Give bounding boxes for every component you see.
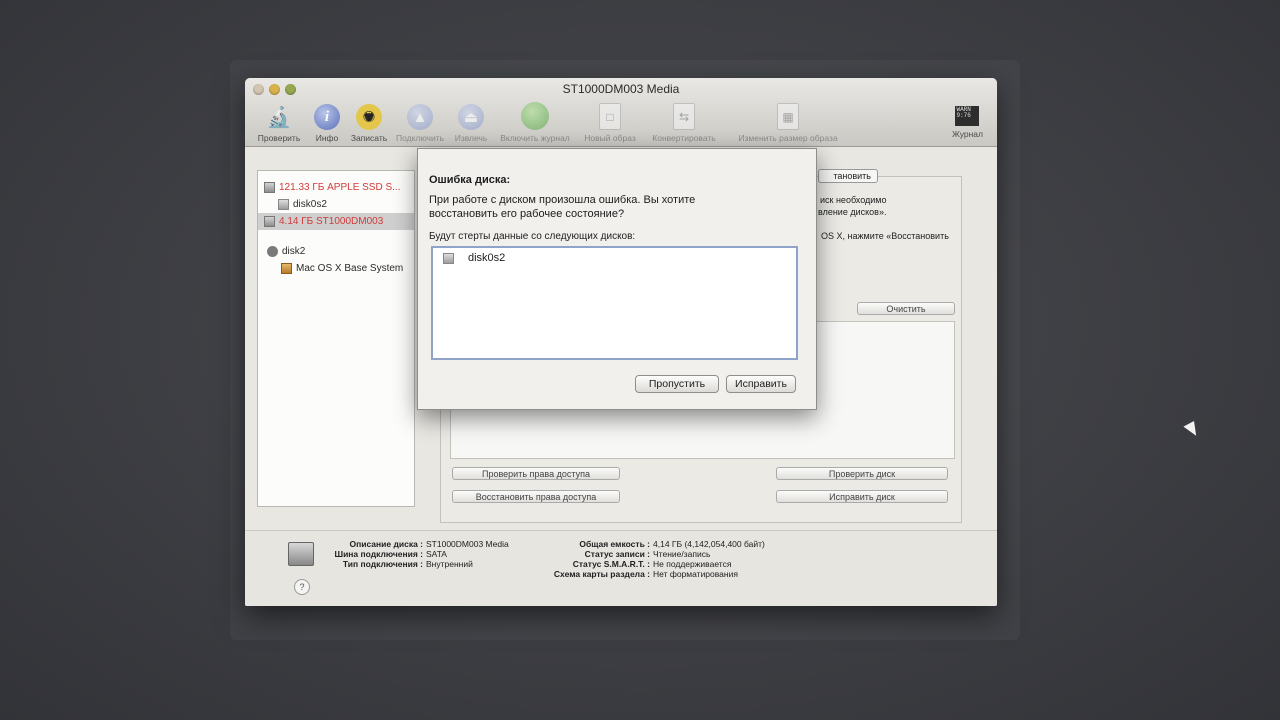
log-icon: WARN 9:76 [955, 106, 980, 126]
title-bar: ST1000DM003 Media 🔬 Проверить i Инфо ☢ З… [245, 78, 997, 147]
dialog-title: Ошибка диска: [429, 174, 511, 186]
disk-image-icon [267, 246, 278, 257]
toolbar-resize-image-button[interactable]: ▦ Изменить размер образа [727, 103, 849, 143]
disk-info-bar: Описание диска : ST1000DM003 Media Шина п… [245, 530, 997, 606]
info-key: Описание диска : [349, 539, 424, 549]
toolbar-new-image-label: Новый образ [584, 133, 636, 143]
hard-disk-icon [264, 182, 275, 193]
info-key: Шина подключения : [334, 549, 423, 559]
verify-disk-button[interactable]: Проверить диск [776, 467, 948, 480]
burn-icon: ☢ [356, 104, 382, 130]
sidebar-item-st1000dm003[interactable]: 4.14 ГБ ST1000DM003 [258, 213, 414, 230]
toolbar-burn-button[interactable]: ☢ Записать [349, 104, 389, 143]
toolbar-info-button[interactable]: i Инфо [309, 104, 345, 143]
info-key: Общая емкость : [579, 539, 650, 549]
toolbar-burn-label: Записать [350, 133, 388, 143]
affected-disks-list[interactable]: disk0s2 [431, 246, 798, 360]
mouse-pointer-icon [1183, 421, 1201, 439]
sidebar-item-label: 4.14 ГБ ST1000DM003 [279, 216, 384, 227]
eject-icon: ⏏ [458, 104, 484, 130]
toolbar-mount-label: Подключить [395, 133, 445, 143]
info-key: Тип подключения : [342, 559, 423, 569]
toolbar-log-button[interactable]: WARN 9:76 Журнал [952, 106, 983, 139]
info-value: Не поддерживается [653, 559, 732, 569]
toolbar-new-image-button[interactable]: □ Новый образ [579, 103, 641, 143]
window-title: ST1000DM003 Media [562, 82, 680, 96]
info-icon: i [314, 104, 340, 130]
toolbar-enable-journaling-label: Включить журнал [500, 133, 570, 143]
repair-permissions-button[interactable]: Восстановить права доступа [452, 490, 620, 503]
disk-list-sidebar[interactable]: 121.33 ГБ APPLE SSD S... disk0s2 4.14 ГБ… [257, 170, 415, 507]
toolbar: 🔬 Проверить i Инфо ☢ Записать ▲ Подключи… [253, 102, 853, 143]
panel-text: иск необходимо [820, 195, 887, 205]
toolbar-info-label: Инфо [315, 133, 339, 143]
dialog-message: При работе с диском произошла ошибка. Вы… [429, 194, 696, 220]
toolbar-eject-label: Извлечь [454, 133, 488, 143]
disk-error-dialog: Ошибка диска: При работе с диском произо… [417, 148, 817, 410]
panel-text: OS X, нажмите «Восстановить [821, 231, 949, 241]
info-value: ST1000DM003 Media [426, 539, 509, 549]
info-value: Чтение/запись [653, 549, 711, 559]
enable-journaling-icon [521, 102, 549, 130]
disk-info-left: Описание диска : ST1000DM003 Media Шина п… [323, 539, 509, 569]
toolbar-convert-button[interactable]: ⇆ Конвертировать [645, 103, 723, 143]
info-key: Статус S.M.A.R.T. : [572, 559, 650, 569]
toolbar-verify-label: Проверить [257, 133, 301, 143]
toolbar-resize-image-label: Изменить размер образа [738, 133, 838, 143]
help-button[interactable]: ? [294, 579, 310, 595]
volume-icon [278, 199, 289, 210]
toolbar-log-label: Журнал [951, 129, 983, 139]
sidebar-item-label: disk0s2 [293, 199, 327, 210]
info-key: Статус записи : [584, 549, 650, 559]
sidebar-item-label: disk2 [282, 246, 306, 257]
sidebar-item-label: 121.33 ГБ APPLE SSD S... [279, 182, 401, 193]
sidebar-item-label: Mac OS X Base System [296, 263, 404, 274]
clear-history-button[interactable]: Очистить [857, 302, 955, 315]
resize-image-icon: ▦ [777, 103, 799, 130]
restore-button[interactable]: тановить [818, 169, 878, 183]
toolbar-verify-button[interactable]: 🔬 Проверить [253, 104, 305, 144]
info-value: SATA [426, 549, 447, 559]
microscope-icon: 🔬 [266, 106, 292, 129]
info-value: 4,14 ГБ (4,142,054,400 байт) [653, 539, 765, 549]
skip-button[interactable]: Пропустить [635, 375, 719, 393]
toolbar-enable-journaling-button[interactable]: Включить журнал [495, 102, 575, 143]
list-item-label: disk0s2 [468, 252, 506, 264]
sidebar-item-disk0s2[interactable]: disk0s2 [258, 196, 414, 213]
sidebar-item-base-system[interactable]: Mac OS X Base System [258, 260, 414, 277]
repair-disk-button[interactable]: Исправить диск [776, 490, 948, 503]
sidebar-item-apple-ssd[interactable]: 121.33 ГБ APPLE SSD S... [258, 179, 414, 196]
disk-info-right: Общая емкость :4,14 ГБ (4,142,054,400 ба… [540, 539, 765, 579]
convert-icon: ⇆ [673, 103, 695, 130]
hard-disk-icon [288, 542, 314, 566]
new-image-icon: □ [599, 103, 621, 130]
hard-disk-icon [264, 216, 275, 227]
info-key: Схема карты раздела : [553, 569, 650, 579]
info-value: Нет форматирования [653, 569, 738, 579]
verify-permissions-button[interactable]: Проверить права доступа [452, 467, 620, 480]
info-value: Внутренний [426, 559, 473, 569]
volume-icon [443, 252, 454, 264]
toolbar-eject-button[interactable]: ⏏ Извлечь [451, 104, 491, 143]
dialog-sublabel: Будут стерты данные со следующих дисков: [429, 231, 636, 242]
repair-button[interactable]: Исправить [726, 375, 796, 393]
list-item[interactable]: disk0s2 [443, 252, 505, 264]
toolbar-mount-button[interactable]: ▲ Подключить [393, 104, 447, 143]
sidebar-item-disk2[interactable]: disk2 [258, 243, 414, 260]
volume-icon [281, 263, 292, 274]
panel-text: вление дисков». [818, 207, 887, 217]
toolbar-convert-label: Конвертировать [652, 133, 716, 143]
mount-icon: ▲ [407, 104, 433, 130]
